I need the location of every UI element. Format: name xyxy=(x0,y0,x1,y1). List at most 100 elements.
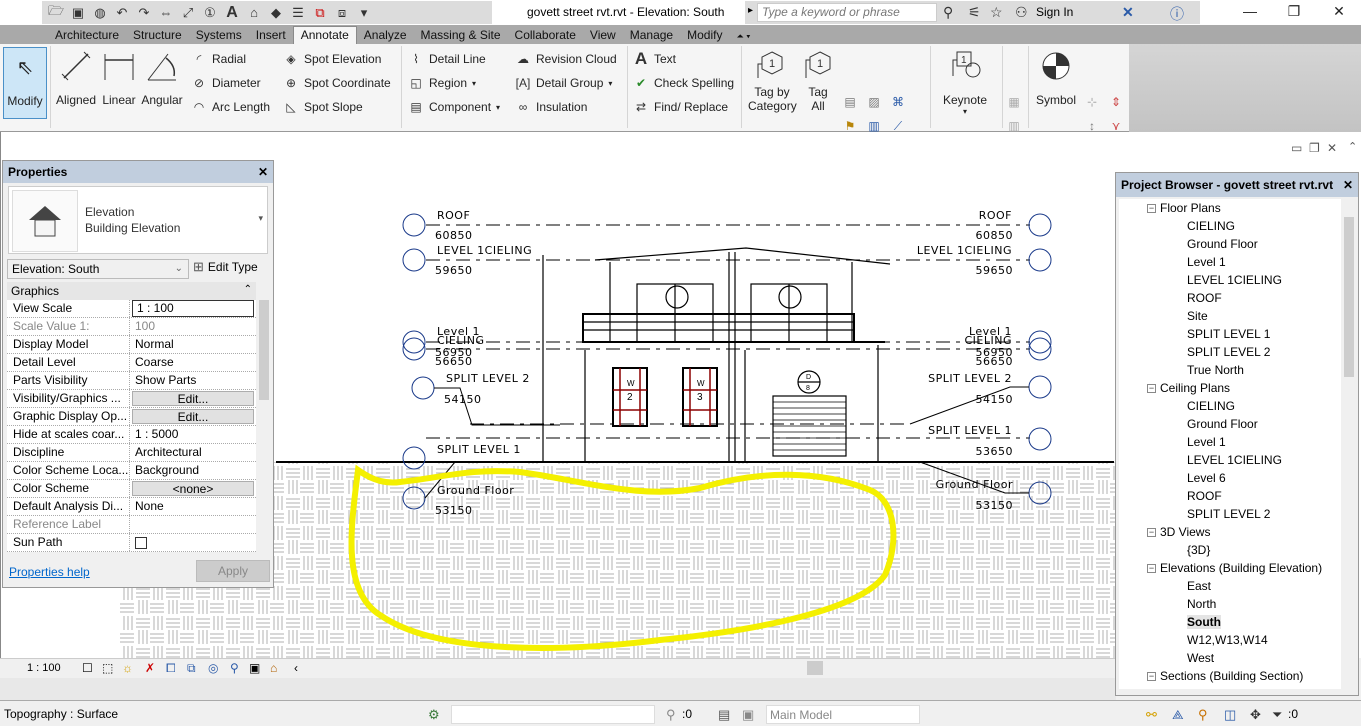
tag-by-category-button[interactable]: 1 Tag by Category xyxy=(748,47,797,113)
tab-modify[interactable]: Modify xyxy=(680,27,729,44)
open-icon[interactable]: 🗁 xyxy=(48,3,64,21)
collapse-icon[interactable]: − xyxy=(1147,527,1156,537)
browser-item[interactable]: Level 6 xyxy=(1119,469,1341,487)
browser-scrollbar[interactable] xyxy=(1342,199,1356,689)
temporary-hide-icon[interactable]: ◎ xyxy=(208,661,218,675)
tab-analyze[interactable]: Analyze xyxy=(357,27,414,44)
sign-in-button[interactable]: Sign In xyxy=(1036,5,1073,19)
apply-button[interactable]: Apply xyxy=(196,560,270,582)
maximize-button[interactable]: ❐ xyxy=(1284,3,1304,20)
view-minimize-button[interactable]: ▭ xyxy=(1291,141,1302,155)
visual-style-icon[interactable]: ⬚ xyxy=(102,661,113,675)
browser-item[interactable]: SPLIT LEVEL 2 xyxy=(1119,505,1341,523)
tab-annotate[interactable]: Annotate xyxy=(292,26,357,44)
color-scheme-button[interactable]: <none> xyxy=(132,481,254,496)
browser-item[interactable]: ROOF xyxy=(1119,487,1341,505)
close-hidden-icon[interactable]: ⧉ xyxy=(312,5,328,21)
hide-at-scales-value[interactable]: 1 : 5000 xyxy=(130,426,256,443)
beam-annotations-icon[interactable]: ▤ xyxy=(842,94,858,110)
browser-category[interactable]: − Ceiling Plans xyxy=(1119,379,1341,397)
default-analysis-value[interactable]: None xyxy=(130,498,256,515)
color-scheme-location-value[interactable]: Background xyxy=(130,462,256,479)
detail-level-value[interactable]: Coarse xyxy=(130,354,256,371)
group-graphics[interactable]: Graphics ⌃ xyxy=(7,282,256,300)
spot-coordinate-button[interactable]: ⊕ Spot Coordinate xyxy=(283,75,391,91)
browser-item[interactable]: {3D} xyxy=(1119,541,1341,559)
browser-category[interactable]: − Sections (Building Section) xyxy=(1119,667,1341,685)
collapse-icon[interactable]: − xyxy=(1147,671,1156,681)
spot-slope-button[interactable]: ◺ Spot Slope xyxy=(283,99,362,115)
scroll-thumb[interactable] xyxy=(1344,217,1354,377)
browser-item[interactable]: W12,W13,W14 xyxy=(1119,631,1341,649)
area-tag-icon[interactable]: ⌘ xyxy=(890,94,906,110)
radial-dimension-button[interactable]: ◜ Radial xyxy=(191,51,246,67)
material-tag-icon[interactable]: ▨ xyxy=(866,94,882,110)
browser-item[interactable]: LEVEL 1CIELING xyxy=(1119,271,1341,289)
component-button[interactable]: ▤ Component ▾ xyxy=(408,99,500,115)
properties-scrollbar[interactable] xyxy=(257,282,271,552)
span-symbol-icon[interactable]: ⊹ xyxy=(1084,94,1100,110)
find-replace-button[interactable]: ⇄ Find/ Replace xyxy=(633,99,728,115)
tab-collaborate[interactable]: Collaborate xyxy=(508,27,583,44)
browser-item[interactable]: CIELING xyxy=(1119,217,1341,235)
text-button[interactable]: A Text xyxy=(633,49,676,68)
save-icon[interactable]: ▣ xyxy=(70,5,86,21)
worksets-icon[interactable]: ⚙ xyxy=(428,707,440,723)
tab-massing-site[interactable]: Massing & Site xyxy=(414,27,508,44)
browser-item[interactable]: LEVEL 1CIELING xyxy=(1119,451,1341,469)
type-selector[interactable]: Elevation Building Elevation ▾ xyxy=(8,186,268,254)
scroll-thumb[interactable] xyxy=(259,300,269,400)
browser-category[interactable]: − Elevations (Building Elevation) xyxy=(1119,559,1341,577)
browser-item[interactable]: North xyxy=(1119,595,1341,613)
collapse-view-bar-icon[interactable]: ‹ xyxy=(294,661,298,675)
browser-item[interactable]: East xyxy=(1119,577,1341,595)
tab-view[interactable]: View xyxy=(583,27,623,44)
exclude-options-icon[interactable]: ▣ xyxy=(742,707,754,723)
browser-item[interactable]: Ground Floor xyxy=(1119,235,1341,253)
tag-icon[interactable]: ① xyxy=(202,5,218,21)
customize-icon[interactable]: ▾ xyxy=(356,5,372,21)
thin-lines-icon[interactable]: ☰ xyxy=(290,5,306,21)
discipline-value[interactable]: Architectural xyxy=(130,444,256,461)
detail-level-icon[interactable]: ☐ xyxy=(82,661,93,675)
user-icon[interactable]: ⚇ xyxy=(1015,4,1028,21)
diameter-dimension-button[interactable]: ⊘ Diameter xyxy=(191,75,261,91)
color-fill-legend-icon[interactable]: ▦ xyxy=(1006,94,1022,110)
browser-item[interactable]: South xyxy=(1119,613,1341,631)
design-options-icon[interactable]: ▤ xyxy=(718,707,730,723)
dimension-icon[interactable]: ⤢ xyxy=(180,5,196,21)
sun-path-icon[interactable]: ☼ xyxy=(122,661,133,675)
select-underlay-icon[interactable]: ⟁ xyxy=(1172,707,1184,723)
temporary-view-properties-icon[interactable]: ▣ xyxy=(249,661,260,675)
design-option-select[interactable]: Main Model xyxy=(766,705,920,724)
reveal-hidden-icon[interactable]: ⚲ xyxy=(230,661,239,675)
browser-item[interactable]: True North xyxy=(1119,361,1341,379)
browser-item[interactable]: Site xyxy=(1119,307,1341,325)
subscription-icon[interactable]: ⚟ xyxy=(968,4,981,21)
editable-only-icon[interactable]: ⚲ xyxy=(666,707,676,723)
select-by-face-icon[interactable]: ◫ xyxy=(1224,707,1236,723)
browser-item[interactable]: CIELING xyxy=(1119,397,1341,415)
browser-category[interactable]: −3D Views xyxy=(1119,523,1341,541)
browser-item[interactable]: SPLIT LEVEL 1 xyxy=(1119,325,1341,343)
exchange-apps-icon[interactable]: ✕ xyxy=(1122,4,1134,21)
collapse-icon[interactable]: − xyxy=(1147,203,1156,213)
help-icon[interactable]: ⓘ xyxy=(1170,4,1184,24)
search-input[interactable]: Type a keyword or phrase xyxy=(757,3,937,22)
crop-view-icon[interactable]: ⧠ xyxy=(166,661,176,676)
browser-category[interactable]: − Floor Plans xyxy=(1119,199,1341,217)
view-scale[interactable]: 1 : 100 xyxy=(27,662,61,674)
select-pinned-icon[interactable]: ⚲ xyxy=(1198,707,1208,723)
graphic-display-edit-button[interactable]: Edit... xyxy=(132,409,254,424)
visibility-graphics-edit-button[interactable]: Edit... xyxy=(132,391,254,406)
detail-group-button[interactable]: [A] Detail Group ▾ xyxy=(515,75,613,91)
workset-select[interactable] xyxy=(451,705,655,724)
browser-item[interactable]: Ground Floor xyxy=(1119,415,1341,433)
horizontal-scroll-thumb[interactable] xyxy=(807,661,823,675)
browser-item[interactable]: ROOF xyxy=(1119,289,1341,307)
undo-icon[interactable]: ↶ xyxy=(114,5,130,21)
sync-icon[interactable]: ◍ xyxy=(92,5,108,21)
region-button[interactable]: ◱ Region ▾ xyxy=(408,75,476,91)
tab-insert[interactable]: Insert xyxy=(249,27,293,44)
aligned-dimension-button[interactable]: Aligned xyxy=(54,47,98,107)
